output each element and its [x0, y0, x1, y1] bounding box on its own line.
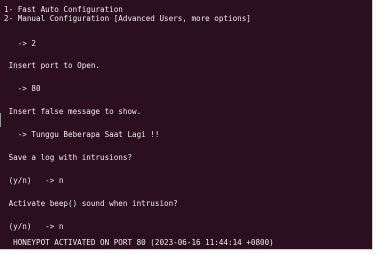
port-input: -> 80 — [4, 84, 41, 93]
terminal-window[interactable]: 1- Fast Auto Configuration 2- Manual Con… — [0, 0, 373, 250]
honeypot-status: HONEYPOT ACTIVATED ON PORT 80 (2023-06-1… — [4, 238, 274, 247]
log-prompt: Save a log with intrusions? — [4, 153, 133, 162]
log-input: (y/n) -> n — [4, 176, 64, 185]
menu-option-fast-auto: 1- Fast Auto Configuration — [4, 5, 123, 14]
page-border — [0, 250, 379, 255]
port-prompt: Insert port to Open. — [4, 61, 101, 70]
false-message-prompt: Insert false message to show. — [4, 107, 142, 116]
beep-input: (y/n) -> n — [4, 222, 64, 231]
menu-option-manual: 2- Manual Configuration [Advanced Users,… — [4, 14, 251, 23]
beep-prompt: Activate beep() sound when intrusion? — [4, 199, 178, 208]
false-message-input: -> Tunggu Beberapa Saat Lagi !! — [4, 130, 160, 139]
scroll-marker — [0, 113, 1, 127]
menu-choice-input: -> 2 — [4, 39, 37, 48]
